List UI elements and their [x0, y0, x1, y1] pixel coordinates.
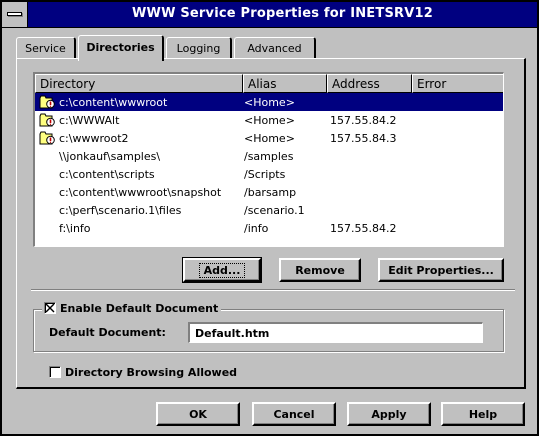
column-header-error[interactable]: Error [412, 74, 503, 93]
cell-directory: f:\info [59, 222, 91, 235]
cell-alias: /info [244, 222, 269, 235]
list-header: Directory Alias Address Error [35, 74, 503, 93]
cell-address: 157.55.84.2 [330, 222, 397, 235]
cell-alias: <Home> [244, 132, 295, 145]
enable-default-document-checkbox[interactable]: Enable Default Document [42, 302, 222, 317]
cell-alias: <Home> [244, 114, 295, 127]
add-button-label: Add... [198, 263, 246, 278]
divider [31, 289, 515, 291]
warning-folder-icon [39, 95, 55, 109]
cell-address: 157.55.84.3 [330, 132, 397, 145]
cell-directory: c:\perf\scenario.1\files [59, 204, 182, 217]
edit-properties-button[interactable]: Edit Properties... [378, 258, 504, 282]
cell-directory: c:\content\wwwroot\snapshot [59, 186, 222, 199]
default-document-label: Default Document: [49, 326, 166, 339]
table-row[interactable]: c:\perf\scenario.1\files/scenario.1 [35, 201, 503, 219]
cell-directory: c:\content\wwwroot [59, 96, 168, 109]
column-header-address[interactable]: Address [327, 74, 412, 93]
apply-button[interactable]: Apply [347, 402, 431, 426]
warning-folder-icon [39, 131, 55, 145]
tab-service[interactable]: Service [16, 37, 76, 59]
help-button[interactable]: Help [441, 402, 525, 426]
column-header-alias[interactable]: Alias [243, 74, 327, 93]
system-menu-button[interactable] [2, 2, 28, 27]
column-header-directory[interactable]: Directory [35, 74, 243, 93]
directory-browsing-box[interactable] [49, 366, 61, 378]
tab-directories[interactable]: Directories [78, 35, 164, 61]
cell-alias: /samples [244, 150, 294, 163]
window-title: WWW Service Properties for INETSRV12 [132, 6, 433, 21]
add-button[interactable]: Add... [182, 257, 262, 283]
cancel-button[interactable]: Cancel [252, 402, 336, 426]
properties-window: WWW Service Properties for INETSRV12 Ser… [0, 0, 539, 436]
table-row[interactable]: c:\content\wwwroot\snapshot/barsamp [35, 183, 503, 201]
table-row[interactable]: \\jonkauf\samples\ /samples [35, 147, 503, 165]
directories-list[interactable]: Directory Alias Address Error c:\content… [33, 72, 504, 247]
directory-browsing-checkbox[interactable]: Directory Browsing Allowed [49, 366, 237, 379]
tab-advanced[interactable]: Advanced [234, 37, 316, 59]
cell-alias: /barsamp [244, 186, 297, 199]
ok-button[interactable]: OK [156, 402, 240, 426]
cell-alias: /Scripts [244, 168, 286, 181]
tab-logging[interactable]: Logging [166, 37, 232, 59]
table-row[interactable]: c:\WWWAlt <Home> 157.55.84.2 [35, 111, 503, 129]
warning-folder-icon [39, 113, 55, 127]
cell-alias: /scenario.1 [244, 204, 305, 217]
system-menu-icon [7, 12, 22, 16]
title-bar: WWW Service Properties for INETSRV12 [2, 2, 537, 28]
remove-button[interactable]: Remove [279, 258, 361, 282]
table-row[interactable]: c:\content\scripts/Scripts [35, 165, 503, 183]
table-row[interactable]: f:\info/info 157.55.84.2 [35, 219, 503, 237]
default-document-input[interactable]: Default.htm [188, 322, 483, 343]
enable-default-document-label: Enable Default Document [60, 302, 219, 315]
cell-directory: c:\content\scripts [59, 168, 155, 181]
directory-browsing-label: Directory Browsing Allowed [65, 366, 238, 379]
cell-directory: c:\WWWAlt [59, 114, 120, 127]
cell-address: 157.55.84.2 [330, 114, 397, 127]
cell-alias: <Home> [244, 96, 295, 109]
cell-directory: \\jonkauf\samples\ [59, 150, 161, 163]
table-row[interactable]: c:\wwwroot2 <Home> 157.55.84.3 [35, 129, 503, 147]
enable-default-document-box[interactable] [44, 302, 56, 314]
table-row[interactable]: c:\content\wwwroot <Home> [35, 93, 503, 111]
cell-directory: c:\wwwroot2 [59, 132, 129, 145]
check-mark-icon [45, 303, 55, 313]
